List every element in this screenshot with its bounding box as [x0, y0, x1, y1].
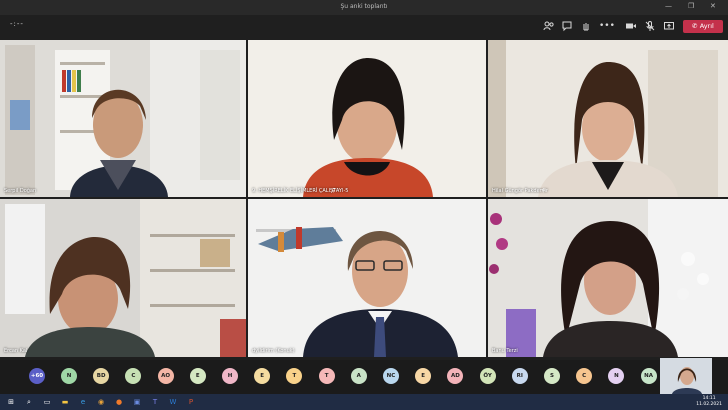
- participant-avatar[interactable]: E: [189, 368, 206, 384]
- people-icon[interactable]: [543, 20, 555, 32]
- participant-name: Serpil Doğan: [4, 188, 37, 194]
- meeting-toolbar: -:-- ••• ✆ Ayrıl: [0, 15, 728, 38]
- participant-avatar[interactable]: N: [608, 368, 625, 384]
- share-screen-icon[interactable]: [663, 20, 675, 32]
- participant-avatar[interactable]: H: [222, 368, 238, 384]
- participant-avatar[interactable]: AO: [157, 368, 174, 384]
- participant-avatar[interactable]: S: [544, 368, 560, 384]
- powerpoint-icon[interactable]: P: [186, 397, 196, 407]
- video-feed: [488, 40, 728, 197]
- teams-icon[interactable]: T: [150, 397, 160, 407]
- participant-avatar-row: +60 N BD C AO E H E T T A NC E AD ÖY RI S C N NA: [0, 360, 728, 394]
- window-title: Şu anki toplantı: [340, 3, 388, 10]
- task-view-icon[interactable]: ▭: [42, 397, 52, 407]
- video-feed: [0, 40, 246, 197]
- meeting-timer: -:--: [10, 20, 24, 28]
- participant-avatar[interactable]: T: [318, 368, 335, 384]
- video-tile[interactable]: Hilal Güngör Pakdemir ⚲: [488, 40, 728, 197]
- self-view-feed: [660, 358, 712, 394]
- participant-avatar[interactable]: N: [61, 368, 77, 384]
- firefox-icon[interactable]: ●: [114, 397, 124, 407]
- more-options-icon[interactable]: •••: [599, 20, 615, 32]
- video-feed: [0, 199, 246, 357]
- system-clock[interactable]: 14:11 11.02.2021: [696, 396, 722, 408]
- video-tile[interactable]: Banu Terzi: [488, 199, 728, 357]
- video-tile[interactable]: 9. HEMŞİRELİK ELİŞİMLERİ ÇALIŞTAYI-5 ⚲: [248, 40, 486, 197]
- video-tile[interactable]: Ercan Kal: [0, 199, 246, 357]
- participant-avatar[interactable]: ÖY: [479, 368, 496, 384]
- chat-icon[interactable]: [561, 20, 573, 32]
- video-tile[interactable]: Serpil Doğan: [0, 40, 246, 197]
- clock-date: 11.02.2021: [696, 402, 722, 407]
- leave-button[interactable]: ✆ Ayrıl: [683, 20, 723, 33]
- phone-icon: ✆: [692, 22, 698, 30]
- edge-icon[interactable]: e: [78, 397, 88, 407]
- participant-avatar[interactable]: A: [350, 368, 367, 384]
- participant-name: Ercan Kal: [4, 348, 28, 354]
- participant-avatar[interactable]: T: [286, 368, 303, 384]
- participant-avatar[interactable]: NA: [640, 368, 657, 384]
- search-icon[interactable]: ⌕: [24, 397, 34, 407]
- title-bar: Şu anki toplantı — ❐ ✕: [0, 0, 728, 15]
- pin-icon: ⚲: [542, 188, 546, 194]
- more-participants-badge[interactable]: +60: [29, 368, 45, 384]
- participant-avatar[interactable]: NC: [383, 368, 399, 384]
- minimize-button[interactable]: —: [665, 2, 672, 10]
- self-view-video[interactable]: [660, 358, 712, 394]
- participant-avatar[interactable]: AD: [447, 368, 464, 384]
- chrome-icon[interactable]: ◉: [96, 397, 106, 407]
- participant-avatar[interactable]: C: [576, 368, 593, 384]
- participant-avatar[interactable]: E: [415, 368, 432, 384]
- video-feed: [488, 199, 728, 357]
- camera-icon[interactable]: [625, 20, 637, 32]
- store-icon[interactable]: ▣: [132, 397, 142, 407]
- file-explorer-icon[interactable]: ▬: [60, 397, 70, 407]
- participant-avatar[interactable]: C: [125, 368, 142, 384]
- video-feed: [248, 199, 486, 357]
- word-icon[interactable]: W: [168, 397, 178, 407]
- raise-hand-icon[interactable]: [580, 20, 592, 32]
- pin-icon: ⚲: [332, 188, 336, 194]
- participant-name: dyildirim (Konuk): [252, 348, 295, 354]
- windows-icon[interactable]: ⊞: [6, 397, 16, 407]
- maximize-button[interactable]: ❐: [688, 2, 694, 10]
- participant-avatar[interactable]: E: [254, 368, 271, 384]
- video-feed: [248, 40, 486, 197]
- mic-icon[interactable]: [644, 20, 656, 32]
- windows-taskbar: ⊞ ⌕ ▭ ▬ e ◉ ● ▣ T W P 14:11 11.02.2021: [0, 394, 728, 410]
- video-tile[interactable]: dyildirim (Konuk): [248, 199, 486, 357]
- participant-name: Hilal Güngör Pakdemir: [492, 188, 548, 194]
- participant-avatar[interactable]: RI: [511, 368, 528, 384]
- leave-label: Ayrıl: [699, 22, 714, 30]
- close-window-button[interactable]: ✕: [710, 2, 716, 10]
- participant-name: Banu Terzi: [492, 348, 518, 354]
- participant-avatar[interactable]: BD: [93, 368, 110, 384]
